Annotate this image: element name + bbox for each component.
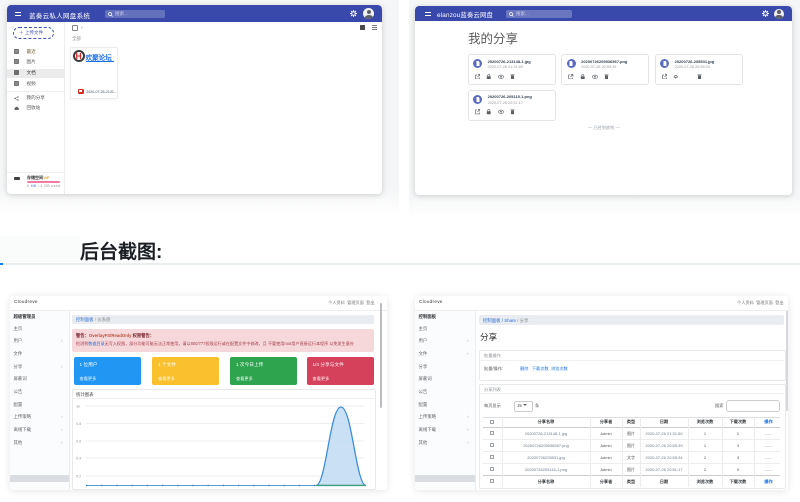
svg-text:0.2: 0.2	[76, 474, 81, 478]
svg-text:0.6: 0.6	[76, 439, 81, 443]
svg-text:0.4: 0.4	[76, 456, 81, 460]
svg-text:0.8: 0.8	[76, 422, 81, 426]
svg-text:1k: 1k	[76, 404, 80, 408]
